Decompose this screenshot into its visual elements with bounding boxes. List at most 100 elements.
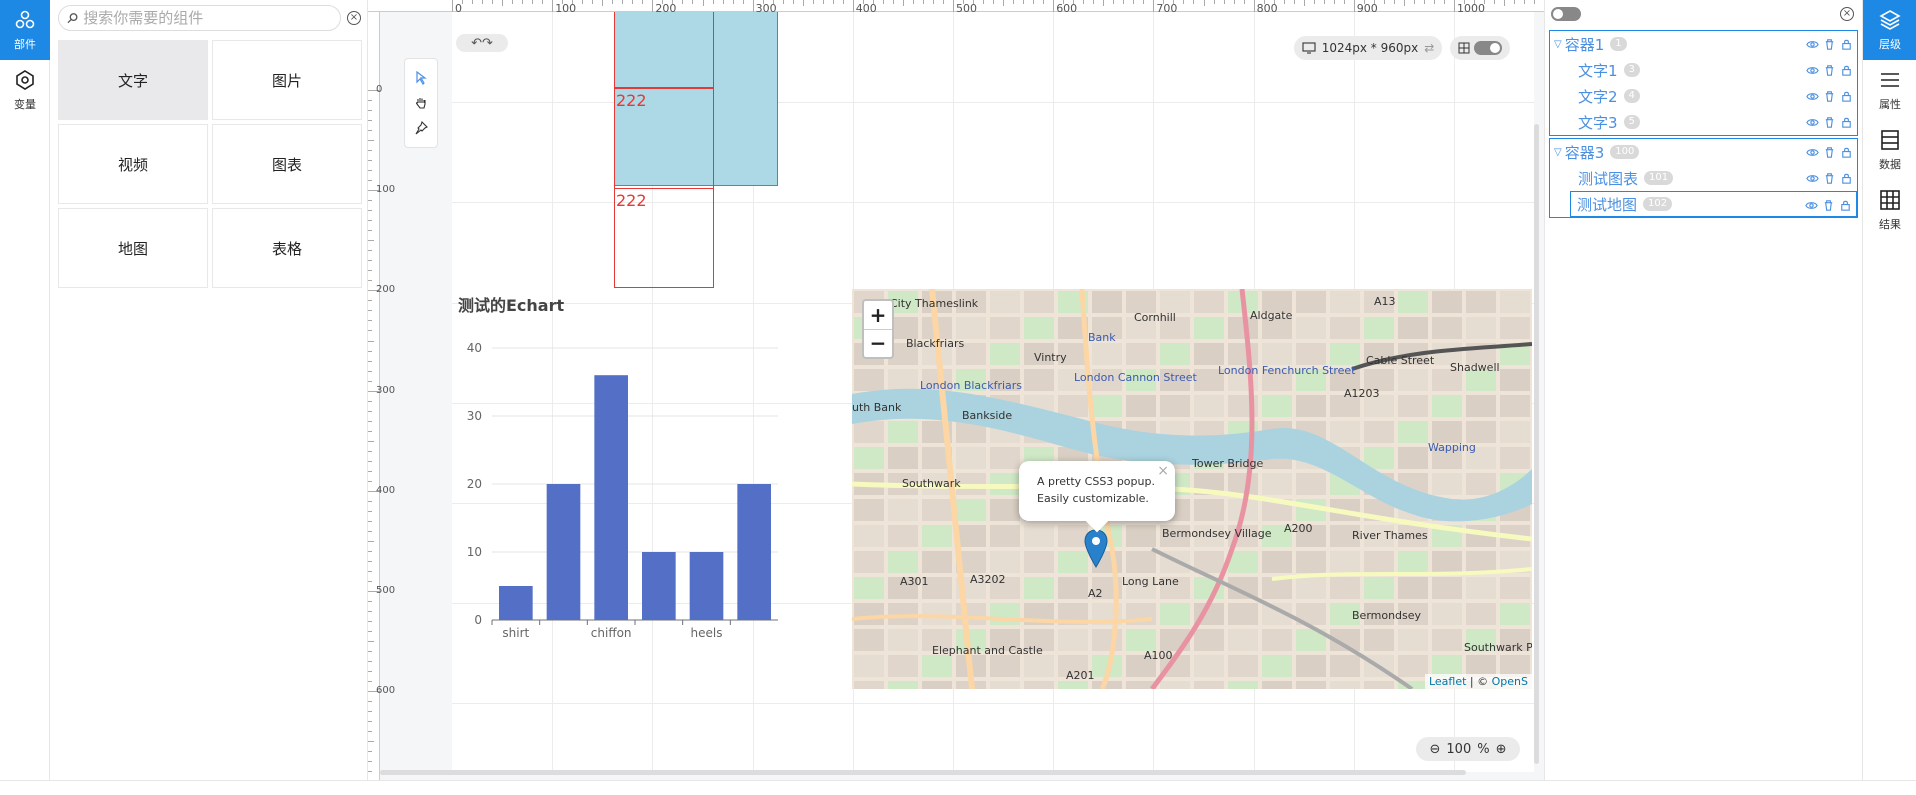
ruler-left-minor-tick xyxy=(368,741,374,743)
layer-row-child[interactable]: 文字1 3 xyxy=(1550,57,1857,83)
select-pointer-icon[interactable] xyxy=(414,70,428,85)
delete-trash-icon[interactable] xyxy=(1823,38,1836,51)
ruler-top-minor-tick xyxy=(502,0,504,6)
map-tiles[interactable]: City Thameslink Cornhill Aldgate A13 Blackfr… xyxy=(852,289,1532,689)
ruler-top-minor-tick xyxy=(622,0,624,4)
component-text[interactable]: 文字 xyxy=(58,40,208,120)
layer-row-child[interactable]: 文字3 5 xyxy=(1550,109,1857,135)
map-block xyxy=(1194,343,1224,365)
delete-trash-icon[interactable] xyxy=(1823,146,1836,159)
zoom-out-icon[interactable]: ⊖ xyxy=(1430,742,1441,757)
chart-y-tick-label: 20 xyxy=(467,477,482,491)
text-box-1[interactable]: 222 xyxy=(614,88,714,188)
visibility-eye-icon[interactable] xyxy=(1806,38,1819,51)
grid-switch[interactable] xyxy=(1474,41,1502,55)
lock-icon[interactable] xyxy=(1840,172,1853,185)
rail-variable-button[interactable]: 变量 xyxy=(0,60,50,120)
ruler-left-minor-tick xyxy=(368,340,374,342)
visibility-eye-icon[interactable] xyxy=(1806,116,1819,129)
delete-trash-icon[interactable] xyxy=(1823,116,1836,129)
search-icon xyxy=(67,13,78,24)
map-block xyxy=(1466,603,1496,625)
rail-result-button[interactable]: 结果 xyxy=(1863,180,1916,240)
layer-panel-close-icon[interactable]: × xyxy=(1840,7,1854,21)
leaflet-link[interactable]: Leaflet xyxy=(1429,675,1466,688)
lock-icon[interactable] xyxy=(1840,146,1853,159)
search-input[interactable] xyxy=(83,9,332,27)
chart-bar[interactable] xyxy=(546,484,581,620)
map-zoom-in-button[interactable]: + xyxy=(864,301,892,330)
chart-bar[interactable] xyxy=(642,552,676,620)
map-label: Cable Street xyxy=(1366,354,1435,367)
redo-icon[interactable]: ↷ xyxy=(482,36,493,51)
layer-badge: 102 xyxy=(1643,197,1673,211)
lock-icon[interactable] xyxy=(1840,90,1853,103)
component-video[interactable]: 视频 xyxy=(58,124,208,204)
chart-bar[interactable] xyxy=(737,484,771,620)
zoom-value[interactable]: 100 xyxy=(1446,742,1471,757)
layer-panel-toggle[interactable] xyxy=(1551,7,1581,21)
map-block xyxy=(1330,551,1360,573)
resolution-pill[interactable]: 1024px * 960px ⇄ xyxy=(1294,36,1442,60)
map-widget[interactable]: City Thameslink Cornhill Aldgate A13 Blackfr… xyxy=(852,289,1532,689)
visibility-eye-icon[interactable] xyxy=(1806,172,1819,185)
map-block xyxy=(888,655,918,677)
component-chart[interactable]: 图表 xyxy=(212,124,362,204)
layer-row-child[interactable]: 文字2 4 xyxy=(1550,83,1857,109)
rail-components-label: 部件 xyxy=(14,38,36,51)
chart-bar[interactable] xyxy=(689,552,724,620)
zoom-unit: % xyxy=(1477,741,1490,757)
pin-icon[interactable] xyxy=(414,121,428,135)
undo-icon[interactable]: ↶ xyxy=(471,36,482,51)
layer-row-container[interactable]: ▽ 容器3 100 xyxy=(1550,139,1857,165)
rail-properties-button[interactable]: 属性 xyxy=(1863,60,1916,120)
rail-layers-button[interactable]: 层级 xyxy=(1863,0,1916,60)
rail-data-button[interactable]: 数据 xyxy=(1863,120,1916,180)
map-label: City Thameslink xyxy=(890,297,979,310)
rail-components-button[interactable]: 部件 xyxy=(0,0,50,60)
component-table[interactable]: 表格 xyxy=(212,208,362,288)
component-image[interactable]: 图片 xyxy=(212,40,362,120)
lock-icon[interactable] xyxy=(1840,116,1853,129)
layer-actions xyxy=(1806,139,1853,165)
visibility-eye-icon[interactable] xyxy=(1806,90,1819,103)
text-box-2[interactable]: 222 xyxy=(614,188,714,288)
text-box-top[interactable] xyxy=(614,12,714,88)
lock-icon[interactable] xyxy=(1839,199,1852,212)
swap-icon[interactable]: ⇄ xyxy=(1424,41,1434,55)
hand-pan-icon[interactable] xyxy=(414,96,428,110)
chart-bar[interactable] xyxy=(499,586,533,620)
component-map[interactable]: 地图 xyxy=(58,208,208,288)
search-box[interactable] xyxy=(58,5,341,31)
clear-search-icon[interactable]: × xyxy=(347,11,361,25)
horizontal-scrollbar[interactable] xyxy=(380,770,1466,775)
lock-icon[interactable] xyxy=(1840,38,1853,51)
visibility-eye-icon[interactable] xyxy=(1806,146,1819,159)
expand-caret-icon[interactable]: ▽ xyxy=(1554,147,1562,158)
lock-icon[interactable] xyxy=(1840,64,1853,77)
ruler-left-minor-tick xyxy=(368,230,372,232)
ruler-top-minor-tick xyxy=(932,0,934,4)
delete-trash-icon[interactable] xyxy=(1823,64,1836,77)
layer-row-child[interactable]: 测试图表 101 xyxy=(1550,165,1857,191)
map-block xyxy=(1398,317,1428,339)
layer-row-container[interactable]: ▽ 容器1 1 xyxy=(1550,31,1857,57)
delete-trash-icon[interactable] xyxy=(1823,90,1836,103)
vertical-scrollbar[interactable] xyxy=(1534,124,1539,764)
osm-link[interactable]: OpenS xyxy=(1492,675,1528,688)
delete-trash-icon[interactable] xyxy=(1823,172,1836,185)
delete-trash-icon[interactable] xyxy=(1822,199,1835,212)
ruler-top-minor-tick xyxy=(1413,0,1415,4)
layer-row-child[interactable]: 测试地图 102 xyxy=(1570,191,1857,217)
ruler-left-minor-tick xyxy=(368,260,372,262)
zoom-in-icon[interactable]: ⊕ xyxy=(1496,742,1507,757)
expand-caret-icon[interactable]: ▽ xyxy=(1554,39,1562,50)
map-marker-icon[interactable] xyxy=(1084,529,1108,569)
visibility-eye-icon[interactable] xyxy=(1805,199,1818,212)
popup-close-button[interactable]: × xyxy=(1157,463,1169,480)
map-zoom-out-button[interactable]: − xyxy=(864,330,892,358)
grid-toggle[interactable] xyxy=(1450,36,1510,60)
chart-bar[interactable] xyxy=(594,375,628,620)
map-label: River Thames xyxy=(1352,529,1428,542)
visibility-eye-icon[interactable] xyxy=(1806,64,1819,77)
